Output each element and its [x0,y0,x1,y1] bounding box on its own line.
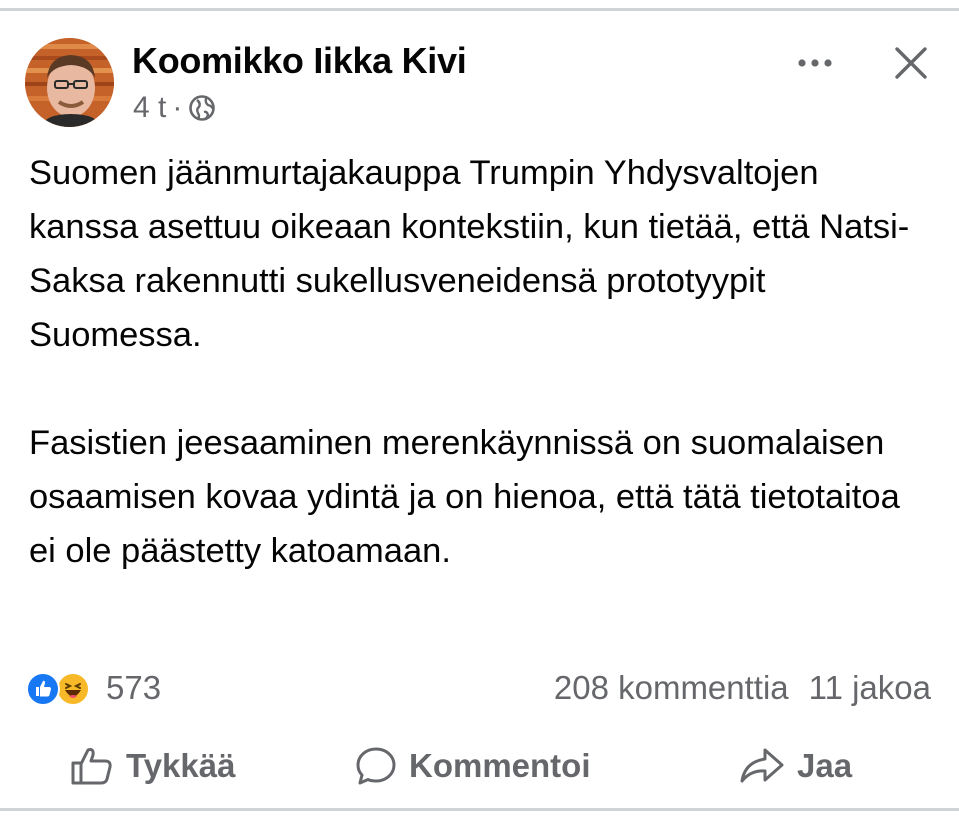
comment-bubble-icon [356,747,396,785]
post-meta: 4 t · [133,90,216,126]
globe-icon[interactable] [188,94,216,122]
like-button[interactable]: Tykkää [70,740,235,792]
comment-count-link[interactable]: 208 kommenttia [554,669,789,707]
share-button[interactable]: Jaa [739,740,852,792]
top-divider [0,8,959,11]
post-paragraph: Suomen jäänmurtajakauppa Trumpin Yhdysva… [29,154,910,354]
share-label: Jaa [797,747,853,784]
author-name[interactable]: Koomikko Iikka Kivi [132,40,467,82]
engagement-stats: 208 kommenttia 11 jakoa [554,666,931,710]
more-options-icon [798,59,832,67]
like-reaction-icon [26,672,60,706]
haha-reaction-icon [56,672,90,706]
post-body: Suomen jäänmurtajakauppa Trumpin Yhdysva… [29,146,929,578]
close-icon [895,47,927,79]
avatar[interactable] [25,38,114,127]
meta-separator: · [172,91,183,124]
post-paragraph: Fasistien jeesaaminen merenkäynnissä on … [29,424,900,570]
comment-label: Kommentoi [409,747,591,784]
thumbs-up-icon [71,748,112,785]
reaction-summary[interactable]: 573 [24,666,161,710]
bottom-divider [0,808,959,811]
share-count-link[interactable]: 11 jakoa [809,669,931,707]
more-options-button[interactable] [792,46,838,80]
post-time[interactable]: 4 t [133,91,166,125]
close-button[interactable] [890,42,932,84]
reaction-count: 573 [106,669,162,706]
share-arrow-icon [740,748,784,783]
reaction-icons [24,668,98,708]
like-label: Tykkää [126,747,236,784]
comment-button[interactable]: Kommentoi [355,740,591,792]
